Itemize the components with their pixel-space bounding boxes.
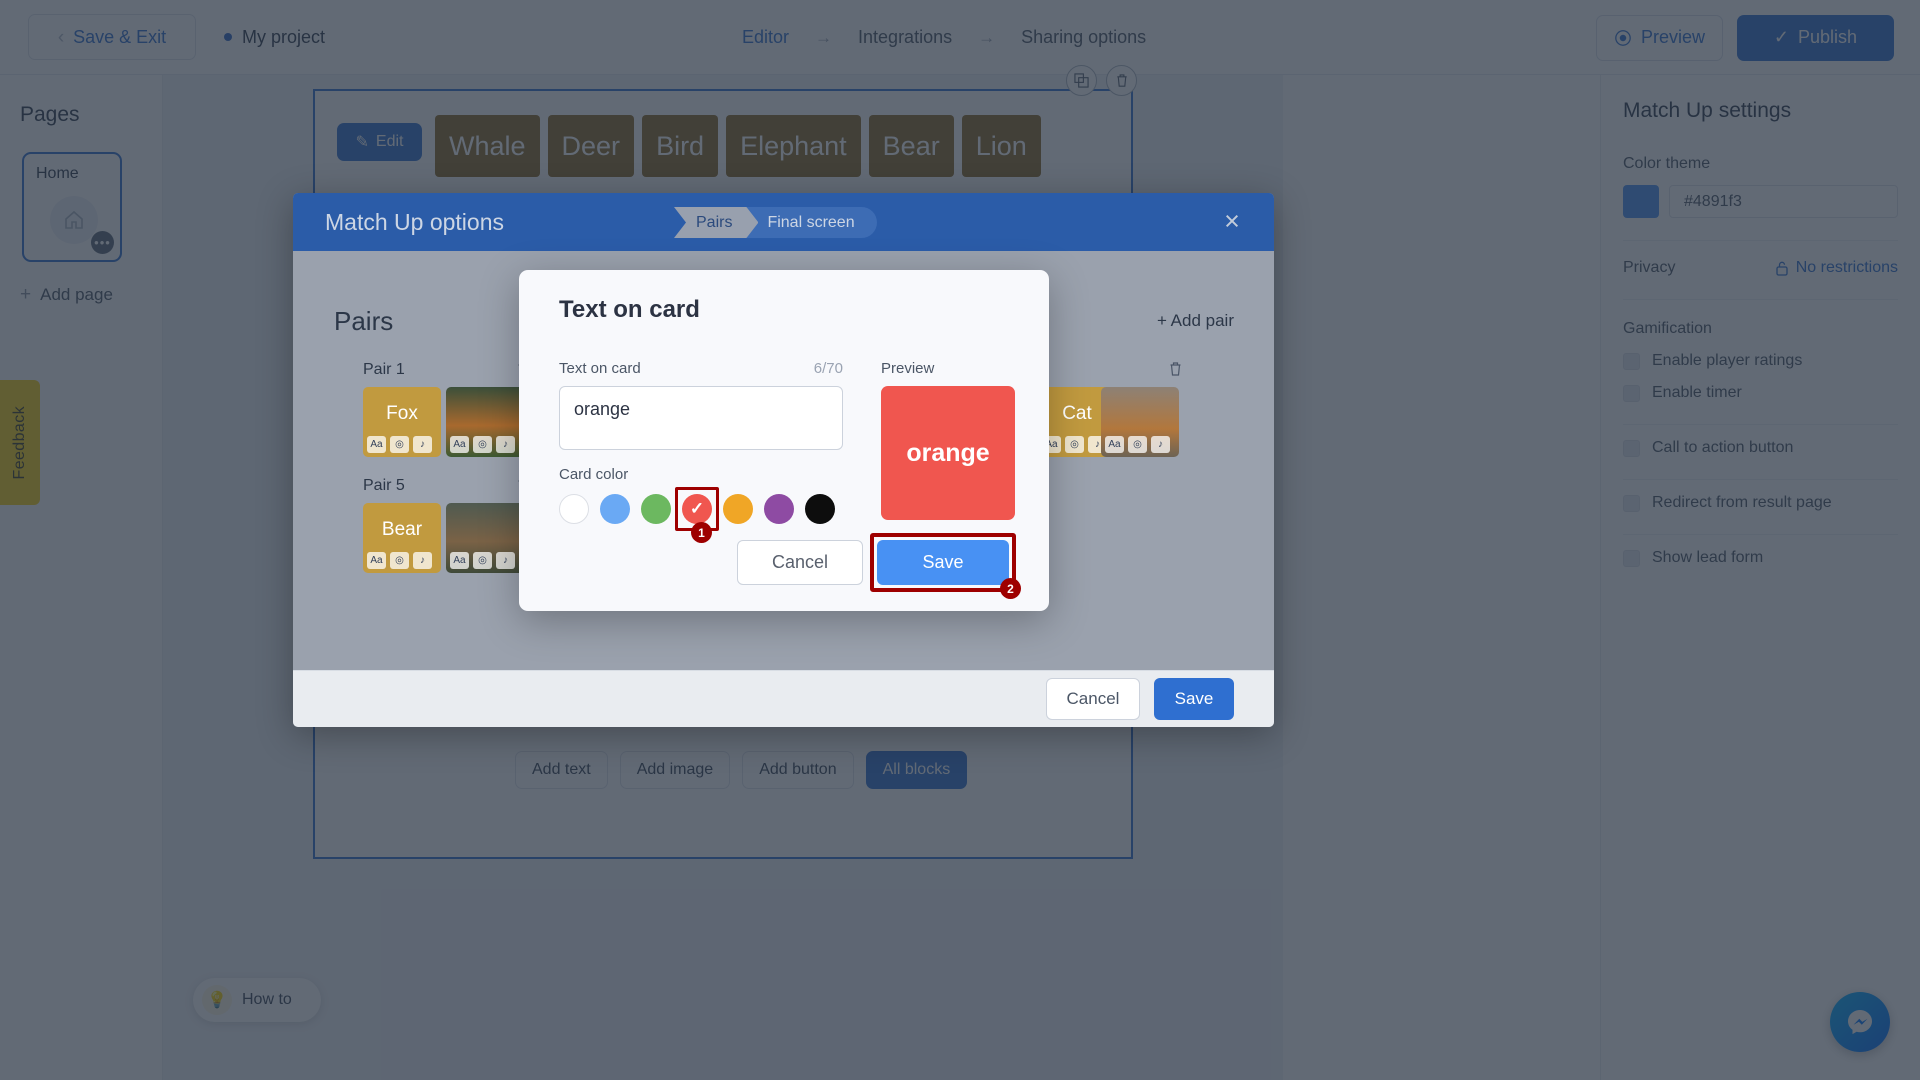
image-icon[interactable]: ◎	[473, 436, 492, 453]
preview-card-text: orange	[906, 438, 990, 467]
card-mini-tools: Aa ◎ ♪	[1042, 436, 1107, 453]
audio-icon[interactable]: ♪	[496, 552, 515, 569]
dialog-title: Text on card	[559, 296, 700, 323]
pair-word-card[interactable]: Bear Aa ◎ ♪	[363, 503, 441, 573]
text-on-card-dialog: Text on card Text on card 6/70 orange Ca…	[519, 270, 1049, 611]
modal-save-button[interactable]: Save	[1154, 678, 1234, 720]
card-mini-tools: Aa ◎ ♪	[367, 436, 432, 453]
check-icon: ✓	[689, 499, 705, 518]
chip-final-screen-label: Final screen	[767, 213, 855, 231]
image-icon[interactable]: ◎	[1065, 436, 1084, 453]
card-mini-tools: Aa ◎ ♪	[1105, 436, 1170, 453]
card-mini-tools: Aa ◎ ♪	[450, 552, 515, 569]
color-swatch-purple[interactable]	[764, 494, 794, 524]
dialog-cancel-button[interactable]: Cancel	[737, 540, 863, 585]
audio-icon[interactable]: ♪	[1151, 436, 1170, 453]
pair-image-card[interactable]: Aa ◎ ♪	[1101, 387, 1179, 457]
dialog-save-button[interactable]: Save	[877, 540, 1009, 585]
card-mini-tools: Aa ◎ ♪	[450, 436, 515, 453]
chip-final-screen[interactable]: Final screen	[747, 207, 877, 238]
annotation-badge-1: 1	[691, 522, 712, 543]
pair-label: Pair 5	[363, 477, 405, 494]
dialog-content: Text on card 6/70 orange Card color ✓ 1 …	[559, 360, 1015, 543]
modal-title: Match Up options	[325, 208, 504, 235]
pair-label: Pair 1	[363, 361, 405, 378]
add-pair-button[interactable]: + Add pair	[1157, 311, 1234, 331]
pair-image-card[interactable]: Aa ◎ ♪	[446, 503, 524, 573]
text-icon[interactable]: Aa	[450, 436, 469, 453]
modal-step-chips: Pairs Final screen	[674, 207, 877, 238]
chip-pairs-label: Pairs	[696, 213, 733, 231]
preview-card: orange	[881, 386, 1015, 520]
dialog-left-column: Text on card 6/70 orange Card color ✓ 1	[559, 360, 843, 543]
pair-word-label: Fox	[386, 403, 418, 424]
pair-word-card[interactable]: Fox Aa ◎ ♪	[363, 387, 441, 457]
dialog-actions: Cancel Save 2	[737, 533, 1021, 599]
image-icon[interactable]: ◎	[390, 436, 409, 453]
image-icon[interactable]: ◎	[473, 552, 492, 569]
card-color-swatches: ✓ 1	[559, 487, 843, 543]
color-swatch-red[interactable]: ✓	[682, 494, 712, 524]
audio-icon[interactable]: ♪	[413, 552, 432, 569]
preview-label: Preview	[881, 360, 935, 377]
character-counter: 6/70	[813, 360, 843, 377]
text-icon[interactable]: Aa	[367, 552, 386, 569]
annotation-badge-2: 2	[1000, 578, 1021, 599]
text-icon[interactable]: Aa	[1105, 436, 1124, 453]
text-on-card-label: Text on card	[559, 360, 641, 377]
color-swatch-orange[interactable]	[723, 494, 753, 524]
modal-footer: Cancel Save	[293, 670, 1274, 727]
image-icon[interactable]: ◎	[1128, 436, 1147, 453]
audio-icon[interactable]: ♪	[413, 436, 432, 453]
dialog-save-wrapper: Save 2	[870, 533, 1021, 599]
modal-header: Match Up options Pairs Final screen ×	[293, 193, 1274, 251]
field-label-row: Text on card 6/70	[559, 360, 843, 377]
pair-image-card[interactable]: Aa ◎ ♪	[446, 387, 524, 457]
close-icon[interactable]: ×	[1218, 208, 1246, 236]
text-icon[interactable]: Aa	[367, 436, 386, 453]
color-swatch-black[interactable]	[805, 494, 835, 524]
image-icon[interactable]: ◎	[390, 552, 409, 569]
pair-delete-icon[interactable]	[1168, 361, 1183, 382]
pair-word-label: Bear	[381, 519, 423, 540]
color-swatch-red-wrapper: ✓	[675, 487, 719, 531]
color-swatch-blue[interactable]	[600, 494, 630, 524]
chip-pairs[interactable]: Pairs	[674, 207, 758, 238]
modal-cancel-button[interactable]: Cancel	[1046, 678, 1140, 720]
dialog-right-column: Preview orange	[881, 360, 1015, 524]
audio-icon[interactable]: ♪	[496, 436, 515, 453]
color-swatch-white[interactable]	[559, 494, 589, 524]
pairs-title: Pairs	[334, 306, 394, 336]
card-color-label: Card color	[559, 466, 629, 483]
color-swatch-green[interactable]	[641, 494, 671, 524]
text-on-card-input[interactable]: orange	[559, 386, 843, 450]
card-mini-tools: Aa ◎ ♪	[367, 552, 432, 569]
text-icon[interactable]: Aa	[450, 552, 469, 569]
